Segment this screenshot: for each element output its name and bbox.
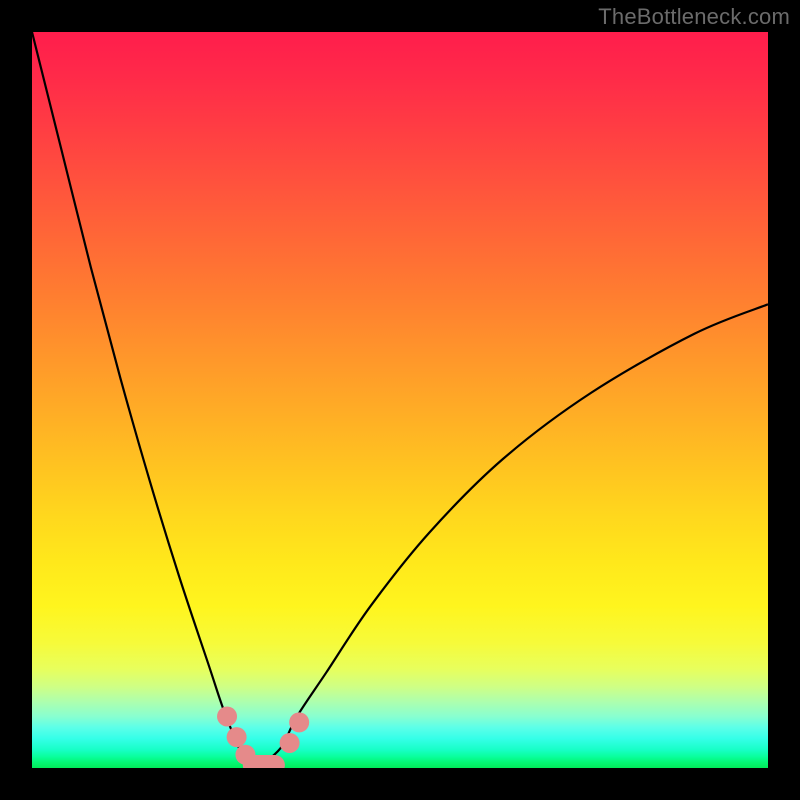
marker-left-mid bbox=[227, 727, 247, 747]
marker-right-lower bbox=[280, 733, 300, 753]
watermark-text: TheBottleneck.com bbox=[598, 4, 790, 30]
curve-layer bbox=[32, 32, 768, 768]
marker-right-upper bbox=[289, 712, 309, 732]
plot-area bbox=[32, 32, 768, 768]
marker-left-upper bbox=[217, 706, 237, 726]
bottleneck-curve bbox=[32, 32, 768, 768]
chart-frame: TheBottleneck.com bbox=[0, 0, 800, 800]
marker-group bbox=[217, 706, 309, 765]
